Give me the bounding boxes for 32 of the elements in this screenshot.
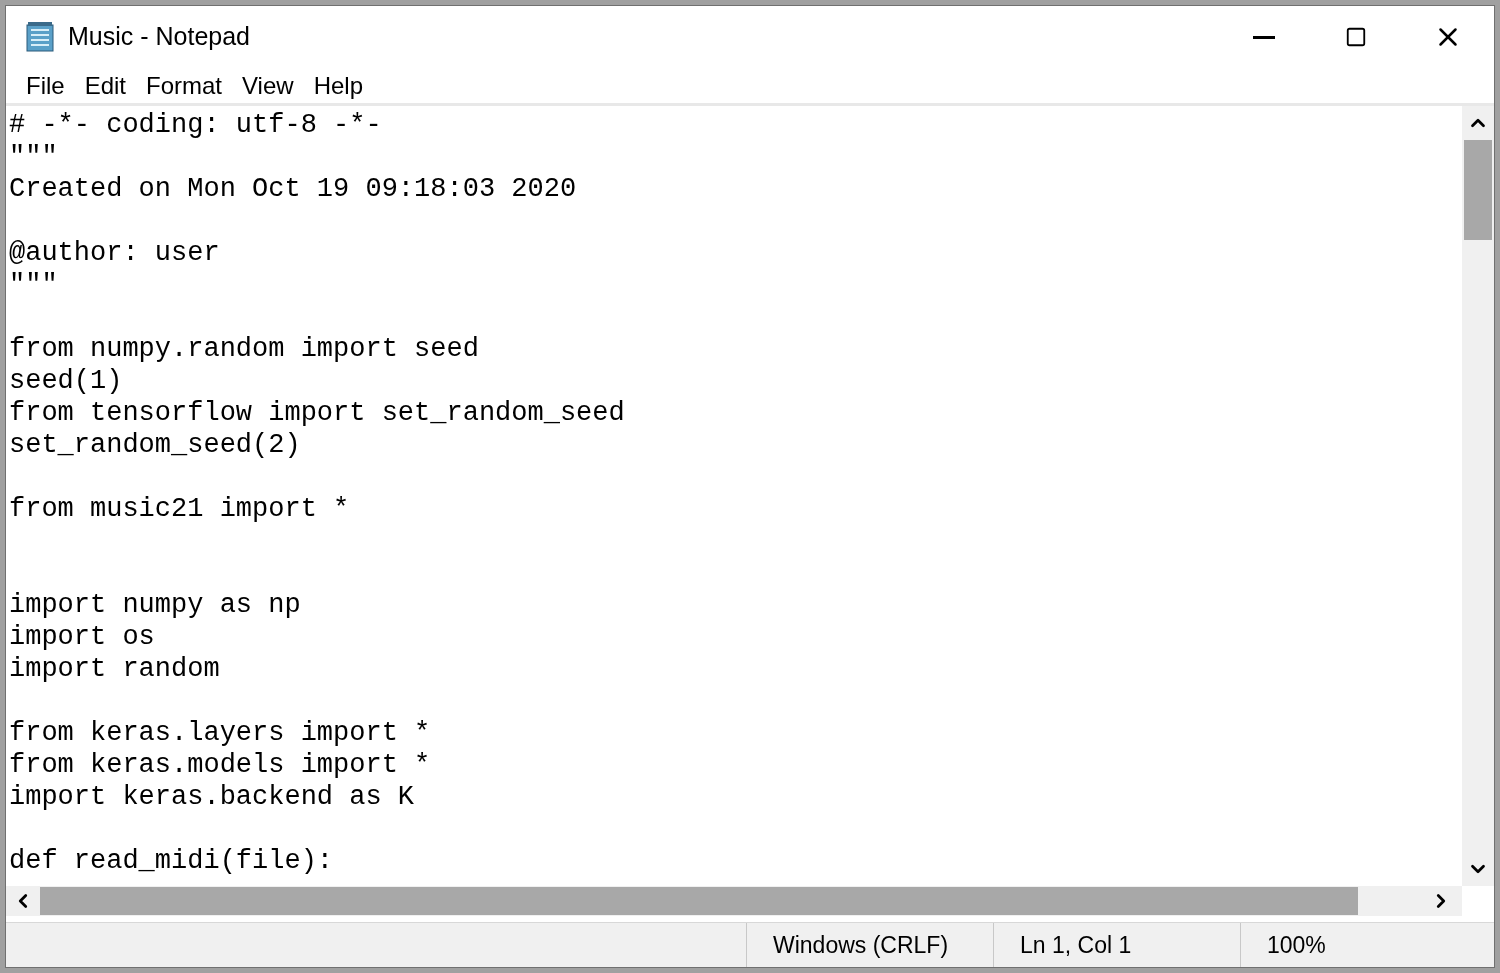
code-line: from music21 import * (9, 493, 350, 525)
code-line: import keras.backend as K (9, 781, 415, 813)
menu-item[interactable]: View (234, 67, 302, 104)
code-line: """ (9, 269, 58, 301)
status-text: Ln 1, Col 1 (1020, 930, 1132, 960)
scrollbar-thumb[interactable] (40, 887, 1358, 915)
code-line: seed(1) (9, 365, 123, 397)
code-line: @author: user (9, 237, 220, 269)
code-line: set_random_seed(2) (9, 429, 301, 461)
code-line: import os (9, 621, 155, 653)
code-line: from keras.layers import * (9, 717, 431, 749)
horizontal-scrollbar[interactable] (6, 886, 1462, 916)
code-line: Created on Mon Oct 19 09:18:03 2020 (9, 173, 577, 205)
code-line: from keras.models import * (9, 749, 431, 781)
menu-item[interactable]: File (18, 67, 73, 104)
scrollbar-thumb[interactable] (1464, 140, 1492, 240)
code-line: def read_midi(file): (9, 845, 334, 877)
menu-item[interactable]: Help (305, 67, 371, 104)
status-text: Windows (CRLF) (773, 930, 949, 960)
minimize-icon (1253, 35, 1275, 39)
maximize-icon (1345, 26, 1367, 48)
code-line: from tensorflow import set_random_seed (9, 397, 625, 429)
menu-item[interactable]: Edit (76, 67, 135, 104)
status-text: 100% (1267, 930, 1326, 960)
window-title: Music - Notepad (68, 21, 251, 53)
vertical-scrollbar[interactable] (1462, 106, 1494, 886)
menu-item[interactable]: Format (138, 67, 231, 104)
code-line: """ (9, 141, 58, 173)
code-line: import numpy as np (9, 589, 301, 621)
code-line: import random (9, 653, 220, 685)
code-line: from numpy.random import seed (9, 333, 479, 365)
code-line: # -*- coding: utf-8 -*- (9, 109, 382, 141)
